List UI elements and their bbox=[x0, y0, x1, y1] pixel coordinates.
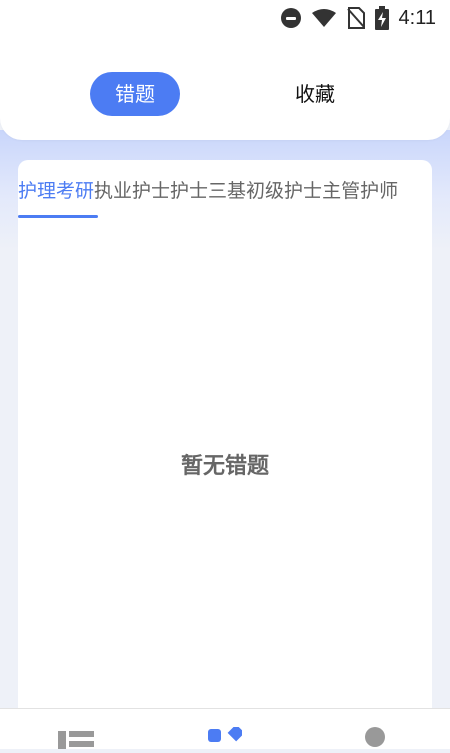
header-card: 4:11 错题 收藏 bbox=[0, 0, 450, 140]
empty-state-message: 暂无错题 bbox=[180, 454, 269, 479]
tab-switch: 错题 收藏 bbox=[0, 72, 450, 120]
wifi-icon bbox=[311, 8, 337, 28]
category-tabs: 护理考研执业护士护士三基初级护士主管护师 bbox=[18, 176, 398, 203]
content-panel: 护理考研执业护士护士三基初级护士主管护师 暂无错题 bbox=[18, 160, 432, 720]
list-icon[interactable] bbox=[58, 727, 94, 753]
category-tab-charge-nurse[interactable]: 主管护师 bbox=[322, 176, 398, 203]
tab-wrong-questions[interactable]: 错题 bbox=[90, 72, 180, 116]
tab-favorites[interactable]: 收藏 bbox=[270, 72, 360, 116]
grid-diamond-icon[interactable] bbox=[208, 724, 245, 753]
status-time: 4:11 bbox=[398, 6, 436, 29]
status-bar: 4:11 bbox=[0, 0, 450, 36]
bottom-nav bbox=[0, 708, 450, 749]
profile-icon[interactable] bbox=[361, 727, 389, 753]
no-sim-icon bbox=[346, 7, 365, 29]
category-tab-junior-nurse[interactable]: 初级护士 bbox=[246, 176, 322, 203]
category-tab-licensed-nurse[interactable]: 执业护士 bbox=[94, 176, 170, 203]
category-tab-nursing-postgrad[interactable]: 护理考研 bbox=[18, 176, 94, 203]
battery-charging-icon bbox=[374, 6, 389, 30]
do-not-disturb-icon bbox=[280, 8, 301, 28]
active-tab-underline bbox=[18, 215, 98, 218]
category-tab-nurse-three-basics[interactable]: 护士三基 bbox=[170, 176, 246, 203]
